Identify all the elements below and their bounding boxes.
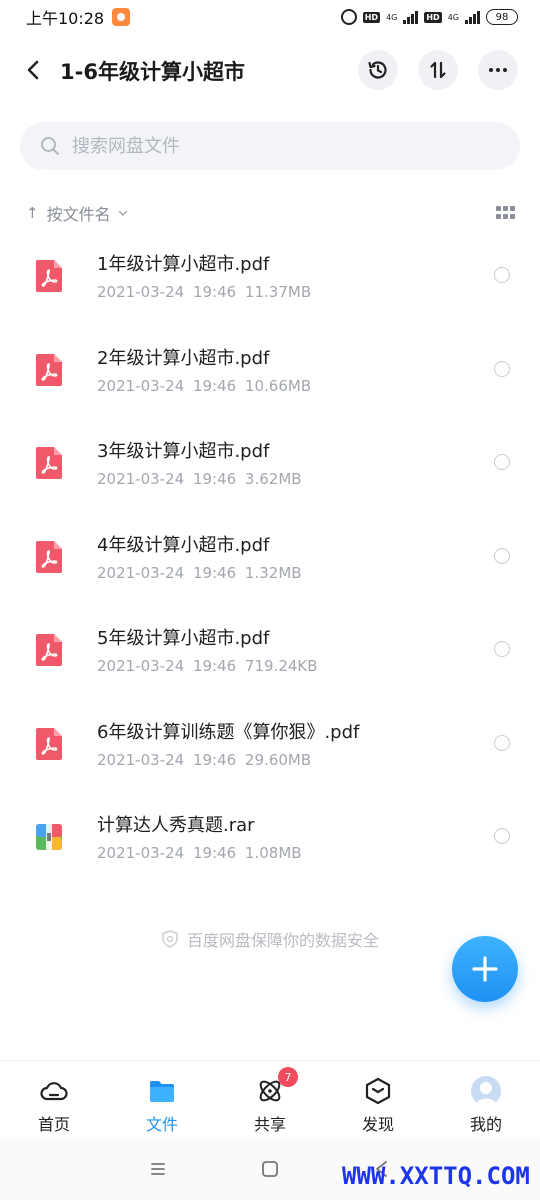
file-meta: 2021-03-24 19:46 11.37MB bbox=[97, 283, 312, 301]
sort-by-name-button[interactable]: 按文件名 bbox=[47, 201, 111, 225]
avatar-icon bbox=[471, 1076, 501, 1106]
back-button[interactable] bbox=[18, 54, 50, 86]
bottom-nav: 首页 文件 7 共享 发现 我的 bbox=[0, 1060, 540, 1136]
rar-archive-icon bbox=[36, 824, 62, 850]
pdf-file-icon bbox=[36, 260, 62, 292]
file-list: 1年级计算小超市.pdf 2021-03-24 19:46 11.37MB 2年… bbox=[0, 230, 540, 885]
notification-badge: 7 bbox=[278, 1067, 298, 1087]
pdf-file-icon bbox=[36, 447, 62, 479]
home-square-icon[interactable] bbox=[258, 1157, 282, 1181]
file-meta: 2021-03-24 19:46 3.62MB bbox=[97, 470, 302, 488]
nav-item-discover[interactable]: 发现 bbox=[324, 1061, 432, 1137]
pdf-file-icon bbox=[36, 353, 62, 386]
history-icon bbox=[368, 61, 387, 79]
select-checkbox[interactable] bbox=[494, 547, 510, 564]
page-title: 1-6年级计算小超市 bbox=[60, 60, 245, 84]
network-type-label: 4G bbox=[386, 12, 398, 22]
menu-icon[interactable] bbox=[146, 1157, 170, 1181]
sort-direction-icon[interactable]: ↑ bbox=[26, 204, 39, 222]
header: 1-6年级计算小超市 bbox=[0, 46, 540, 94]
select-checkbox[interactable] bbox=[494, 267, 510, 283]
battery-icon: 98 bbox=[486, 9, 518, 25]
watermark: WWW.XXTTQ.COM bbox=[342, 1162, 530, 1190]
select-checkbox[interactable] bbox=[494, 828, 510, 844]
file-row[interactable]: 1年级计算小超市.pdf 2021-03-24 19:46 11.37MB bbox=[0, 230, 540, 324]
file-meta: 2021-03-24 19:46 1.32MB bbox=[97, 563, 302, 582]
status-bar: 上午10:28 HD 4G HD 4G 98 bbox=[0, 0, 540, 34]
back-icon bbox=[27, 60, 39, 80]
select-checkbox[interactable] bbox=[494, 641, 510, 657]
network-type-label-2: 4G bbox=[447, 12, 459, 22]
file-name: 4年级计算小超市.pdf bbox=[97, 534, 270, 556]
file-meta: 2021-03-24 19:46 29.60MB bbox=[97, 750, 312, 769]
home-cloud-icon bbox=[40, 1082, 68, 1101]
nav-label: 首页 bbox=[37, 1115, 70, 1134]
nav-item-files[interactable]: 文件 bbox=[108, 1061, 216, 1137]
more-button[interactable] bbox=[478, 50, 518, 90]
file-name: 6年级计算训练题《算你狠》.pdf bbox=[97, 721, 360, 743]
shield-icon bbox=[162, 930, 178, 948]
nav-label: 共享 bbox=[253, 1115, 286, 1134]
file-meta: 2021-03-24 19:46 10.66MB bbox=[97, 376, 312, 395]
hd-icon-2: HD bbox=[424, 11, 442, 23]
file-name: 1年级计算小超市.pdf bbox=[97, 254, 270, 275]
chevron-down-icon[interactable] bbox=[117, 207, 129, 219]
search-box[interactable] bbox=[20, 122, 520, 170]
file-row[interactable]: 4年级计算小超市.pdf 2021-03-24 19:46 1.32MB bbox=[0, 511, 540, 605]
sort-transfer-icon bbox=[430, 61, 446, 79]
file-name: 计算达人秀真题.rar bbox=[97, 815, 255, 836]
nav-item-share[interactable]: 7 共享 bbox=[216, 1061, 324, 1137]
signal-icon-2 bbox=[465, 10, 480, 24]
notification-app-icon bbox=[112, 8, 131, 26]
file-row[interactable]: 6年级计算训练题《算你狠》.pdf 2021-03-24 19:46 29.60… bbox=[0, 698, 540, 792]
grid-view-icon[interactable] bbox=[496, 206, 516, 220]
folder-icon bbox=[150, 1081, 174, 1102]
status-time: 上午10:28 bbox=[26, 9, 105, 28]
discover-cube-icon bbox=[365, 1077, 391, 1105]
nav-item-home[interactable]: 首页 bbox=[0, 1061, 108, 1137]
sort-bar: ↑ 按文件名 bbox=[26, 200, 516, 226]
select-checkbox[interactable] bbox=[494, 454, 510, 470]
pdf-file-icon bbox=[36, 540, 62, 573]
nav-label: 文件 bbox=[145, 1115, 178, 1134]
select-checkbox[interactable] bbox=[494, 734, 510, 751]
file-name: 5年级计算小超市.pdf bbox=[97, 628, 270, 649]
select-checkbox[interactable] bbox=[494, 360, 510, 377]
history-button[interactable] bbox=[358, 50, 398, 90]
file-name: 2年级计算小超市.pdf bbox=[97, 347, 270, 369]
status-icons: HD 4G HD 4G 98 bbox=[340, 9, 518, 25]
search-icon bbox=[41, 137, 59, 155]
pdf-file-icon bbox=[36, 727, 62, 760]
nav-label: 我的 bbox=[469, 1115, 502, 1134]
search-input[interactable] bbox=[72, 135, 472, 157]
nav-label: 发现 bbox=[361, 1115, 394, 1134]
more-icon bbox=[489, 68, 507, 72]
file-row[interactable]: 3年级计算小超市.pdf 2021-03-24 19:46 3.62MB bbox=[0, 417, 540, 511]
file-meta: 2021-03-24 19:46 719.24KB bbox=[97, 657, 318, 675]
pdf-file-icon bbox=[36, 634, 62, 666]
file-row[interactable]: 5年级计算小超市.pdf 2021-03-24 19:46 719.24KB bbox=[0, 604, 540, 698]
transfer-button[interactable] bbox=[418, 50, 458, 90]
alarm-icon bbox=[340, 9, 357, 25]
file-row[interactable]: 2年级计算小超市.pdf 2021-03-24 19:46 10.66MB bbox=[0, 324, 540, 418]
add-button[interactable] bbox=[452, 936, 518, 1002]
file-meta: 2021-03-24 19:46 1.08MB bbox=[97, 844, 302, 862]
file-row[interactable]: 计算达人秀真题.rar 2021-03-24 19:46 1.08MB bbox=[0, 791, 540, 885]
plus-icon bbox=[472, 956, 498, 982]
hd-icon: HD bbox=[362, 11, 381, 23]
signal-icon bbox=[403, 10, 419, 24]
file-name: 3年级计算小超市.pdf bbox=[97, 441, 270, 462]
nav-item-me[interactable]: 我的 bbox=[432, 1061, 540, 1137]
security-text: 百度网盘保障你的数据安全 bbox=[186, 931, 379, 950]
